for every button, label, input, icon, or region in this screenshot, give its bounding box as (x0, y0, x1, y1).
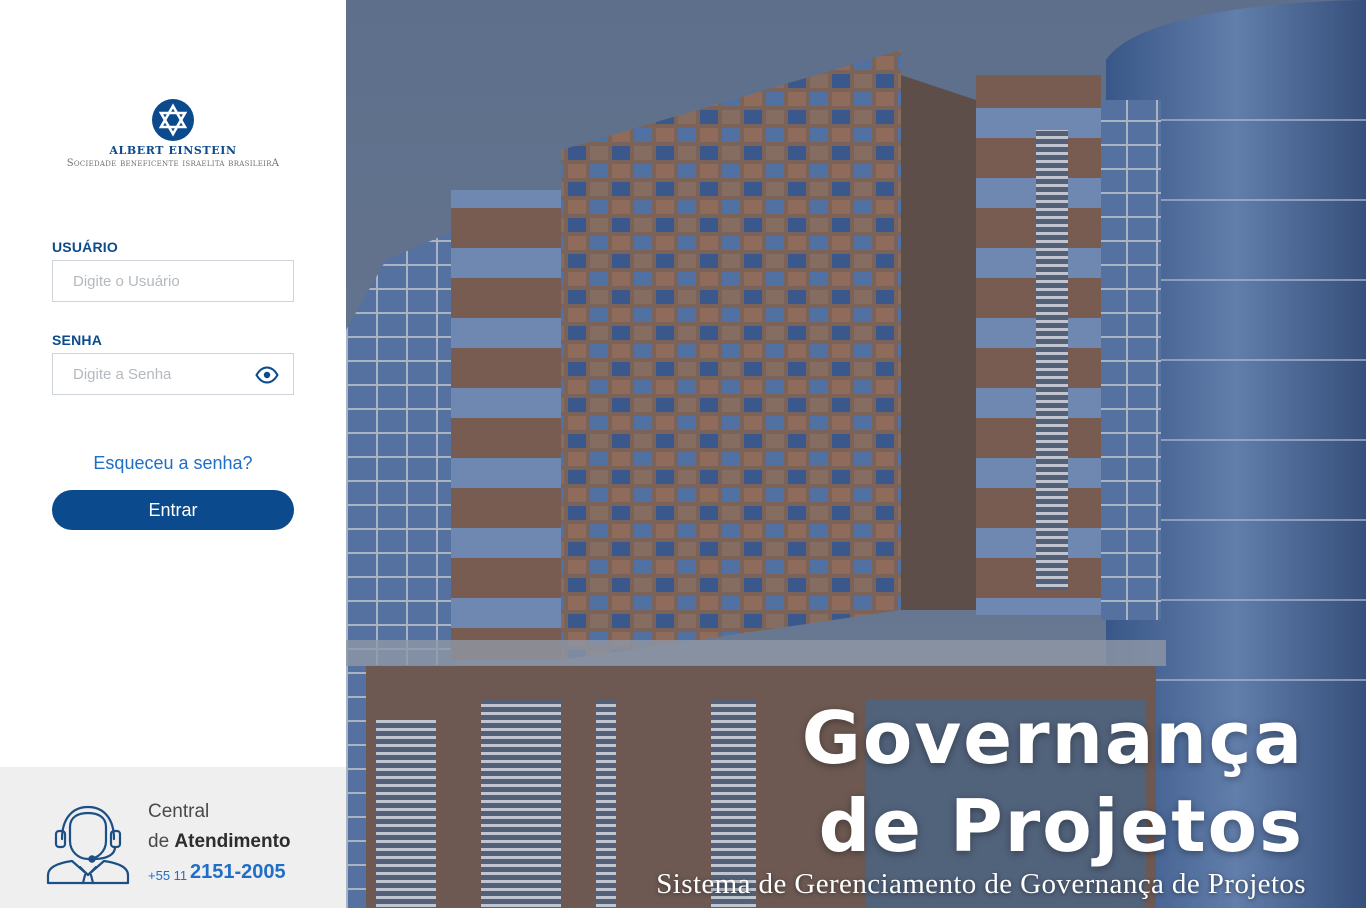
support-title-line1: Central (148, 801, 210, 822)
eye-icon[interactable] (255, 366, 279, 384)
login-button[interactable]: Entrar (52, 490, 294, 530)
username-field-wrapper (52, 260, 294, 302)
logo-name: ALBERT EINSTEIN (109, 144, 237, 157)
password-field-wrapper (52, 353, 294, 395)
phone-prefix: +55 11 (148, 868, 188, 883)
star-of-david-logo-icon (152, 99, 194, 141)
logo-subtitle: Sociedade beneficente israelita brasilei… (66, 158, 280, 169)
headset-agent-icon (46, 805, 130, 885)
phone-number[interactable]: 2151-2005 (190, 861, 286, 884)
hero-title-line2: de Projetos (818, 784, 1304, 868)
forgot-password-link[interactable]: Esqueceu a senha? (52, 453, 294, 474)
hero-title-line1: Governança (801, 696, 1304, 780)
support-footer: Central de Atendimento +55 11 2151-2005 (0, 767, 346, 908)
support-title-prefix: de (148, 831, 170, 852)
hero-title: Governança de Projetos (802, 694, 1304, 870)
username-input[interactable] (53, 261, 293, 301)
support-title-bold: Atendimento (174, 831, 291, 852)
username-label: USUÁRIO (52, 239, 118, 255)
hero-subtitle: Sistema de Gerenciamento de Governança d… (656, 868, 1306, 900)
albert-einstein-logo: ALBERT EINSTEIN Sociedade beneficente is… (52, 98, 294, 169)
password-label: SENHA (52, 332, 103, 348)
hero-panel: Governança de Projetos Sistema de Gerenc… (346, 0, 1366, 908)
support-title-line2: de Atendimento (148, 831, 291, 853)
login-panel: ALBERT EINSTEIN Sociedade beneficente is… (0, 0, 346, 908)
